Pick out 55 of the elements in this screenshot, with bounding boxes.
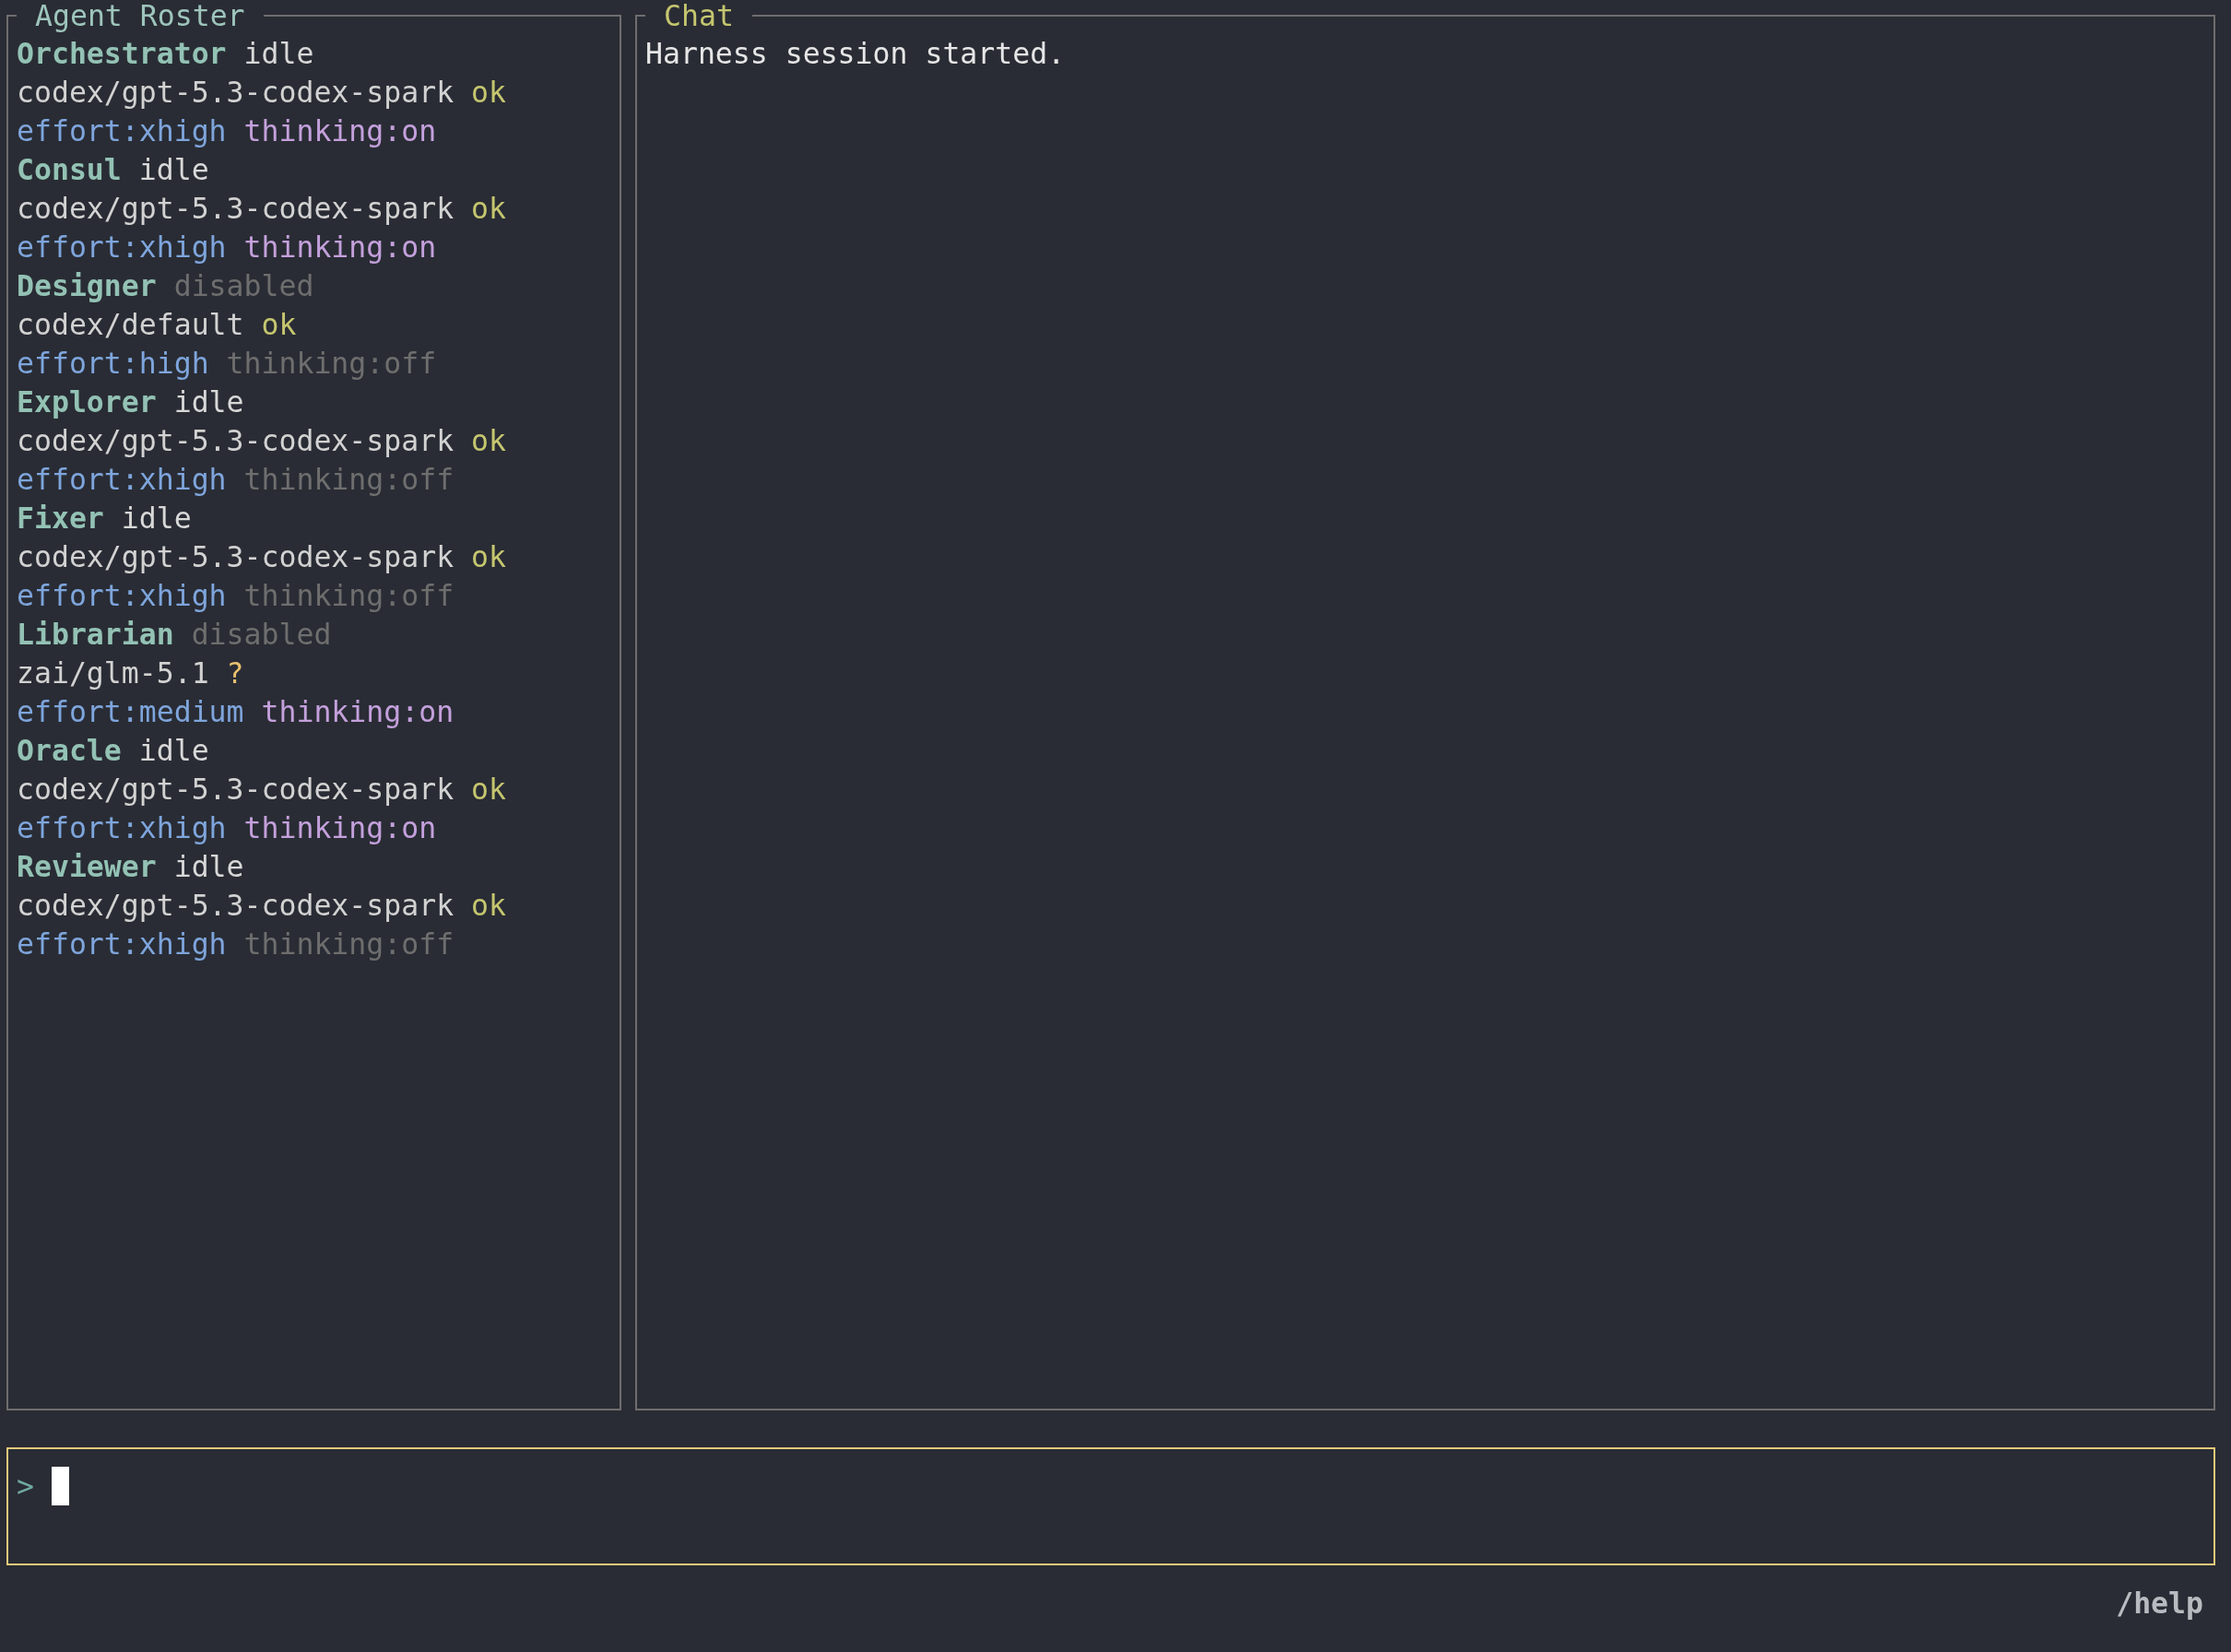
model-status: ? [226, 655, 244, 691]
effort-setting: effort:xhigh [17, 230, 227, 266]
model-name: codex/gpt-5.3-codex-spark [17, 75, 454, 111]
agent-status: idle [173, 384, 244, 420]
model-status: ok [471, 75, 506, 111]
effort-setting: effort:xhigh [17, 810, 227, 846]
model-name: codex/gpt-5.3-codex-spark [17, 191, 454, 227]
effort-setting: effort:medium [17, 694, 244, 730]
effort-setting: effort:xhigh [17, 578, 227, 614]
model-status: ok [471, 191, 506, 227]
thinking-setting: thinking:on [243, 230, 437, 266]
agent-status: idle [121, 501, 192, 537]
agent-status: disabled [191, 617, 332, 653]
effort-setting: effort:xhigh [17, 462, 227, 498]
agent-name: Librarian [17, 617, 174, 653]
help-hint: /help [2116, 1586, 2203, 1622]
model-name: codex/default [17, 307, 244, 343]
thinking-setting: thinking:off [226, 346, 437, 382]
agent-name: Oracle [17, 733, 122, 769]
thinking-setting: thinking:on [243, 810, 437, 846]
model-name: codex/gpt-5.3-codex-spark [17, 423, 454, 459]
thinking-setting: thinking:off [243, 926, 454, 962]
agent-status: idle [173, 849, 244, 885]
thinking-setting: thinking:on [243, 113, 437, 149]
thinking-setting: thinking:off [243, 462, 454, 498]
prompt-symbol: > [17, 1469, 34, 1504]
agent-status: idle [243, 36, 314, 72]
thinking-setting: thinking:off [243, 578, 454, 614]
effort-setting: effort:high [17, 346, 209, 382]
model-status: ok [471, 772, 506, 808]
block-cursor-icon [51, 1467, 69, 1505]
model-status: ok [471, 888, 506, 924]
input-field[interactable]: > [6, 1447, 2215, 1565]
thinking-setting: thinking:on [261, 694, 454, 730]
panel-title: Chat [663, 0, 735, 31]
agent-name: Reviewer [17, 849, 157, 885]
agent-name: Consul [17, 152, 122, 188]
agent-status: disabled [173, 268, 314, 304]
agent-name: Designer [17, 268, 157, 304]
model-name: zai/glm-5.1 [17, 655, 209, 691]
model-status: ok [261, 307, 297, 343]
model-status: ok [471, 423, 506, 459]
agent-status: idle [138, 733, 209, 769]
panel-title: Agent Roster [34, 0, 246, 31]
model-name: codex/gpt-5.3-codex-spark [17, 539, 454, 575]
agent-name: Orchestrator [17, 36, 227, 72]
model-name: codex/gpt-5.3-codex-spark [17, 772, 454, 808]
model-name: codex/gpt-5.3-codex-spark [17, 888, 454, 924]
agent-name: Fixer [17, 501, 104, 537]
chat-message: Harness session started. [645, 36, 1066, 72]
effort-setting: effort:xhigh [17, 926, 227, 962]
model-status: ok [471, 539, 506, 575]
effort-setting: effort:xhigh [17, 113, 227, 149]
agent-name: Explorer [17, 384, 157, 420]
agent-status: idle [138, 152, 209, 188]
